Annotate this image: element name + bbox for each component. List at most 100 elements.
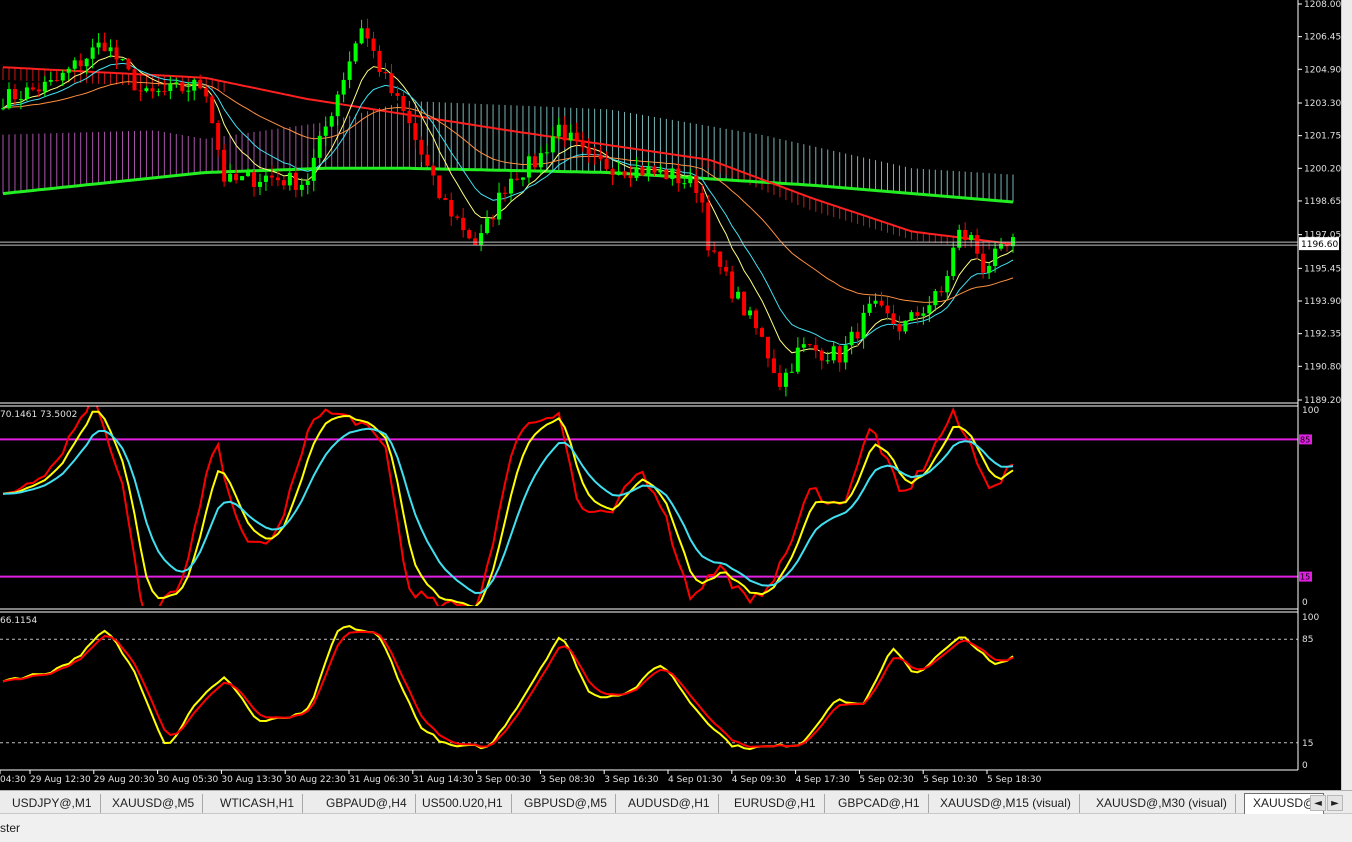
candle-body (742, 291, 747, 316)
candle-body (628, 175, 633, 178)
candle-body (610, 169, 615, 175)
candle-body (909, 312, 914, 321)
candle-body (897, 324, 902, 332)
candle-body (514, 178, 519, 180)
candle-body (323, 126, 328, 136)
candle-body (150, 88, 155, 92)
candle-body (156, 91, 161, 93)
time-axis-label: 5 Sep 02:30 (859, 775, 914, 785)
candle-body (210, 96, 215, 124)
chart-tab[interactable]: XAUUSD@,M30 (visual) (1088, 794, 1236, 813)
candle-body (66, 68, 71, 73)
candle-body (419, 139, 424, 155)
candle-body (885, 305, 890, 314)
chart-tab[interactable]: XAUUSD@,M5 (104, 794, 204, 813)
candle-body (54, 79, 59, 81)
candle-body (532, 156, 537, 168)
price-axis-label: 1193.90 (1304, 297, 1341, 307)
vertical-scroll-strip[interactable] (1341, 0, 1352, 790)
tab-scroll-right-button[interactable]: ► (1327, 795, 1343, 811)
candle-body (891, 313, 896, 325)
candle-body (837, 346, 842, 363)
chart-tab[interactable]: EURUSD@,H1 (726, 794, 825, 813)
candle-body (586, 147, 591, 155)
candle-body (275, 177, 280, 181)
time-axis-label: 3 Sep 00:30 (477, 775, 532, 785)
candle-body (783, 372, 788, 387)
ind2-scale-label: 85 (1302, 635, 1313, 645)
candle-body (759, 328, 764, 337)
candle-body (269, 175, 274, 178)
candle-body (736, 291, 741, 299)
candle-body (993, 248, 998, 266)
chart-canvas[interactable]: 1208.00 1206.45 1204.90 1203.30 1201.75 1200.… (0, 0, 1352, 790)
price-axis-label: 1198.65 (1304, 197, 1341, 207)
candle-body (825, 360, 830, 362)
candle-body (263, 175, 268, 182)
candle-body (389, 73, 394, 94)
candle-body (78, 60, 83, 67)
ind2-scale-label: 0 (1302, 761, 1308, 771)
candle-body (449, 199, 454, 217)
ind2-value-label: 66.1154 (0, 616, 37, 626)
candle-body (658, 169, 663, 173)
candle-body (903, 320, 908, 332)
ma-envelope-ribbon (2, 100, 1014, 202)
ind1-mid-line (2, 410, 1014, 606)
candle-body (801, 344, 806, 348)
candle-body (538, 153, 543, 168)
candle-body (383, 72, 388, 74)
main-price-pane[interactable] (0, 18, 1298, 397)
candle-body (455, 216, 460, 218)
candle-body (234, 173, 239, 181)
status-bar: ster (0, 814, 1352, 842)
candle-body (861, 312, 866, 339)
chart-tab[interactable]: XAUUSD@,M15 (visual) (932, 794, 1080, 813)
oscillator-pane-1[interactable] (0, 393, 1298, 621)
candle-body (60, 72, 65, 81)
chart-tab[interactable]: WTICASH,H1 (212, 794, 304, 813)
chart-tab[interactable]: GBPUSD@,M5 (516, 794, 616, 813)
candle-body (556, 124, 561, 137)
chart-tab[interactable]: US500.U20,H1 (414, 794, 512, 813)
candle-body (18, 99, 23, 101)
candle-body (789, 371, 794, 373)
candle-body (700, 192, 705, 203)
price-axis-label: 1192.35 (1304, 330, 1341, 340)
chart-tab[interactable]: USDJPY@,M1 (4, 794, 101, 813)
candle-body (718, 251, 723, 267)
yellow-moving-average (2, 55, 1014, 355)
tab-scroll-left-button[interactable]: ◄ (1310, 795, 1326, 811)
candle-body (395, 93, 400, 97)
time-axis-label: 5 Sep 18:30 (987, 775, 1042, 785)
price-axis-label: 1189.20 (1304, 396, 1341, 406)
candle-body (36, 89, 41, 92)
candle-body (682, 183, 687, 185)
oscillator-pane-2[interactable] (0, 625, 1298, 751)
candle-body (1, 108, 5, 110)
candle-body (222, 149, 227, 182)
candle-body (96, 42, 101, 48)
chart-tab[interactable]: GBPCAD@,H1 (830, 794, 929, 813)
candle-body (712, 250, 717, 252)
candle-body (951, 247, 956, 277)
price-axis-label: 1204.90 (1304, 65, 1341, 75)
candle-body (574, 132, 579, 141)
chart-tab[interactable]: AUDUSD@,H1 (620, 794, 719, 813)
candle-body (293, 172, 298, 190)
candle-body (246, 172, 251, 177)
time-axis-label: 30 Aug 22:30 (285, 775, 346, 785)
candle-body (299, 184, 304, 190)
candle-body (287, 172, 292, 186)
time-axis-label: 04:30 (0, 775, 26, 785)
chart-window[interactable]: 1208.00 1206.45 1204.90 1203.30 1201.75 1200.… (0, 0, 1352, 790)
candle-body (114, 47, 119, 60)
candle-body (335, 94, 340, 117)
candle-body (999, 243, 1004, 249)
time-axis-label: 4 Sep 01:30 (668, 775, 723, 785)
candle-body (467, 230, 472, 239)
candle-body (562, 124, 567, 141)
candle-body (228, 173, 233, 182)
chart-tab[interactable]: GBPAUD@,H4 (318, 794, 416, 813)
candle-body (42, 81, 47, 92)
